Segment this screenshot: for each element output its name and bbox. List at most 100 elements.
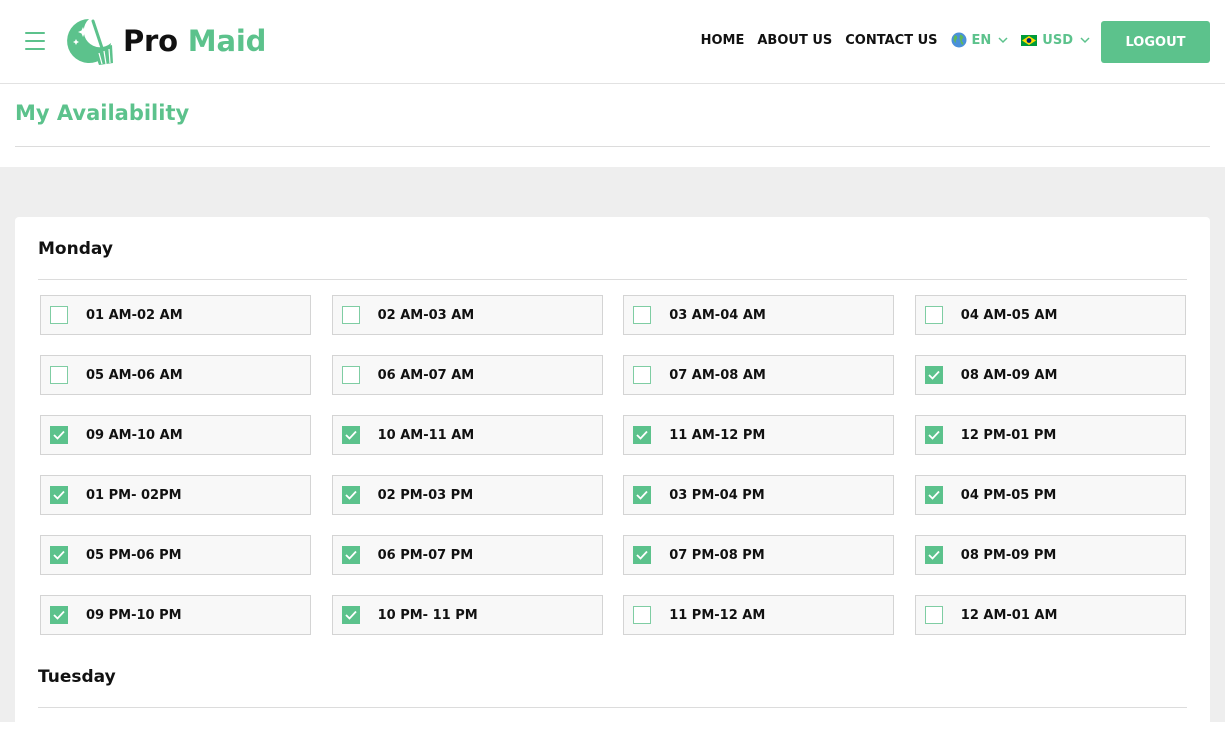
slot-label: 05 PM-06 PM bbox=[86, 547, 182, 563]
chevron-down-icon bbox=[998, 37, 1008, 44]
time-slot[interactable]: 03 PM-04 PM bbox=[623, 475, 895, 515]
slot-label: 02 AM-03 AM bbox=[377, 307, 475, 323]
slot-checkbox[interactable] bbox=[50, 546, 68, 564]
slot-checkbox[interactable] bbox=[633, 306, 652, 324]
slot-label: 09 AM-10 AM bbox=[86, 427, 183, 443]
slot-checkbox[interactable] bbox=[341, 546, 360, 564]
time-slot[interactable]: 05 AM-06 AM bbox=[40, 355, 311, 395]
day-divider bbox=[38, 279, 1187, 280]
slot-checkbox[interactable] bbox=[633, 426, 652, 444]
slot-label: 04 PM-05 PM bbox=[960, 487, 1057, 503]
slot-checkbox[interactable] bbox=[341, 486, 360, 504]
slot-label: 11 AM-12 PM bbox=[669, 427, 766, 443]
time-slot[interactable]: 09 PM-10 PM bbox=[40, 595, 311, 635]
checkmark-icon bbox=[636, 490, 648, 500]
time-slot[interactable]: 08 AM-09 AM bbox=[914, 355, 1186, 395]
time-slot[interactable]: 04 AM-05 AM bbox=[914, 295, 1186, 335]
checkmark-icon bbox=[53, 610, 65, 620]
checkmark-icon bbox=[53, 490, 65, 500]
checkmark-icon bbox=[928, 550, 940, 560]
slot-label: 12 AM-01 AM bbox=[960, 607, 1058, 623]
time-slot[interactable]: 12 AM-01 AM bbox=[914, 595, 1186, 635]
slot-label: 09 PM-10 PM bbox=[86, 607, 182, 623]
slot-label: 03 AM-04 AM bbox=[669, 307, 766, 323]
logo-pro-text: Pro bbox=[123, 24, 178, 58]
checkmark-icon bbox=[928, 490, 940, 500]
time-slot[interactable]: 06 PM-07 PM bbox=[331, 535, 603, 575]
logout-button[interactable]: LOGOUT bbox=[1101, 21, 1210, 63]
slot-checkbox[interactable] bbox=[341, 426, 360, 444]
time-slot[interactable]: 12 PM-01 PM bbox=[914, 415, 1186, 455]
checkmark-icon bbox=[344, 550, 357, 560]
slot-label: 07 AM-08 AM bbox=[669, 367, 766, 383]
slot-checkbox[interactable] bbox=[633, 546, 652, 564]
time-slot[interactable]: 08 PM-09 PM bbox=[914, 535, 1186, 575]
slot-checkbox[interactable] bbox=[924, 606, 943, 624]
slot-checkbox[interactable] bbox=[50, 606, 68, 624]
slot-checkbox[interactable] bbox=[341, 366, 360, 384]
monday-slots-grid: 01 AM-02 AM 02 AM-03 AM 03 AM-04 AM 04 AM-0… bbox=[40, 295, 1186, 635]
time-slot[interactable]: 03 AM-04 AM bbox=[623, 295, 895, 335]
slot-checkbox[interactable] bbox=[50, 486, 68, 504]
time-slot[interactable]: 02 AM-03 AM bbox=[331, 295, 603, 335]
checkmark-icon bbox=[53, 430, 65, 440]
logo-maid-text: Maid bbox=[187, 24, 267, 58]
broom-logo-icon bbox=[67, 19, 113, 65]
slot-checkbox[interactable] bbox=[341, 606, 360, 624]
slot-label: 03 PM-04 PM bbox=[669, 487, 765, 503]
checkmark-icon bbox=[53, 550, 65, 560]
availability-card: Monday 01 AM-02 AM 02 AM-03 AM 03 AM-04 AM… bbox=[15, 217, 1210, 737]
slot-checkbox[interactable] bbox=[633, 606, 652, 624]
slot-label: 04 AM-05 AM bbox=[960, 307, 1058, 323]
title-divider bbox=[15, 146, 1210, 147]
slot-label: 08 PM-09 PM bbox=[960, 547, 1057, 563]
checkmark-icon bbox=[344, 610, 357, 620]
menu-icon[interactable] bbox=[25, 32, 45, 50]
time-slot[interactable]: 01 AM-02 AM bbox=[40, 295, 311, 335]
checkmark-icon bbox=[636, 550, 648, 560]
time-slot[interactable]: 11 PM-12 AM bbox=[623, 595, 895, 635]
day-heading-tuesday: Tuesday bbox=[38, 667, 116, 687]
checkmark-icon bbox=[928, 370, 940, 380]
time-slot[interactable]: 01 PM- 02PM bbox=[40, 475, 311, 515]
currency-selector[interactable]: USD bbox=[1021, 33, 1090, 48]
nav-contact-us[interactable]: CONTACT US bbox=[845, 33, 937, 48]
slot-checkbox[interactable] bbox=[924, 306, 943, 324]
checkmark-icon bbox=[344, 490, 357, 500]
slot-checkbox[interactable] bbox=[633, 366, 652, 384]
nav-home[interactable]: HOME bbox=[701, 33, 745, 48]
time-slot[interactable]: 06 AM-07 AM bbox=[331, 355, 603, 395]
language-value: EN bbox=[971, 32, 992, 48]
slot-checkbox[interactable] bbox=[633, 486, 652, 504]
slot-checkbox[interactable] bbox=[50, 426, 68, 444]
slot-label: 10 PM- 11 PM bbox=[377, 607, 478, 623]
slot-checkbox[interactable] bbox=[50, 366, 68, 384]
slot-label: 01 PM- 02PM bbox=[86, 487, 182, 503]
day-heading-monday: Monday bbox=[38, 239, 113, 259]
currency-value: USD bbox=[1042, 32, 1073, 48]
nav-about-us[interactable]: ABOUT US bbox=[757, 33, 832, 48]
flag-icon bbox=[1021, 34, 1038, 46]
slot-checkbox[interactable] bbox=[341, 306, 360, 324]
time-slot[interactable]: 11 AM-12 PM bbox=[623, 415, 895, 455]
slot-checkbox[interactable] bbox=[924, 426, 943, 444]
slot-label: 05 AM-06 AM bbox=[86, 367, 183, 383]
globe-icon bbox=[951, 32, 967, 48]
time-slot[interactable]: 09 AM-10 AM bbox=[40, 415, 311, 455]
slot-checkbox[interactable] bbox=[924, 486, 943, 504]
slot-checkbox[interactable] bbox=[50, 306, 68, 324]
logo[interactable]: Pro Maid bbox=[63, 14, 273, 68]
time-slot[interactable]: 10 PM- 11 PM bbox=[331, 595, 603, 635]
time-slot[interactable]: 04 PM-05 PM bbox=[914, 475, 1186, 515]
checkmark-icon bbox=[928, 430, 940, 440]
slot-label: 11 PM-12 AM bbox=[669, 607, 766, 623]
time-slot[interactable]: 07 AM-08 AM bbox=[623, 355, 895, 395]
time-slot[interactable]: 05 PM-06 PM bbox=[40, 535, 311, 575]
time-slot[interactable]: 02 PM-03 PM bbox=[331, 475, 603, 515]
slot-checkbox[interactable] bbox=[924, 546, 943, 564]
slot-checkbox[interactable] bbox=[924, 366, 943, 384]
time-slot[interactable]: 07 PM-08 PM bbox=[623, 535, 895, 575]
slot-label: 06 AM-07 AM bbox=[377, 367, 475, 383]
time-slot[interactable]: 10 AM-11 AM bbox=[331, 415, 603, 455]
language-selector[interactable]: EN bbox=[951, 32, 1009, 48]
